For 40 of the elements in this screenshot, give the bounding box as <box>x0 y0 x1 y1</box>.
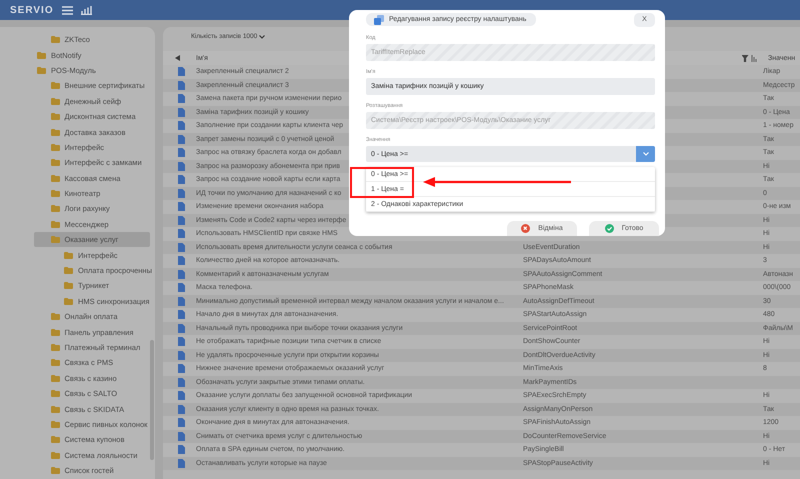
menu-icon[interactable] <box>62 6 73 14</box>
highlight-overlay <box>350 167 414 198</box>
folder-icon <box>50 359 60 366</box>
folder-icon <box>50 205 60 212</box>
folder-icon <box>50 467 60 474</box>
folder-icon <box>50 406 60 413</box>
folder-icon <box>50 98 60 105</box>
folder-icon <box>50 159 60 166</box>
folder-icon <box>64 267 73 274</box>
folder-icon <box>50 113 60 120</box>
chevron-down-icon <box>259 34 266 38</box>
folder-icon <box>50 344 60 351</box>
folder-icon <box>50 128 60 136</box>
folder-icon <box>50 36 60 44</box>
sort-icon[interactable] <box>175 55 180 61</box>
folder-icon <box>50 144 60 151</box>
check-icon <box>604 224 614 233</box>
folder-icon <box>50 328 60 336</box>
filter-icon[interactable] <box>742 54 758 62</box>
folder-icon <box>37 52 46 59</box>
cancel-icon <box>521 224 530 233</box>
folder-icon <box>50 390 60 398</box>
chart-icon[interactable] <box>80 5 92 15</box>
folder-icon <box>37 66 46 74</box>
folder-icon <box>64 282 73 290</box>
logo: SERVIO <box>10 4 54 16</box>
folder-icon <box>50 374 60 382</box>
folder-icon <box>50 452 60 459</box>
folder-icon <box>50 236 60 244</box>
folder-icon <box>64 298 73 305</box>
folder-icon <box>50 436 60 444</box>
folder-icon <box>50 190 60 198</box>
folder-icon <box>50 313 60 320</box>
folder-icon <box>64 252 73 259</box>
folder-icon <box>50 220 60 228</box>
folder-icon <box>50 82 60 90</box>
folder-icon <box>50 174 60 182</box>
folder-icon <box>50 420 60 428</box>
chevron-down-icon <box>642 152 648 156</box>
stacked-squares-icon <box>374 14 384 24</box>
